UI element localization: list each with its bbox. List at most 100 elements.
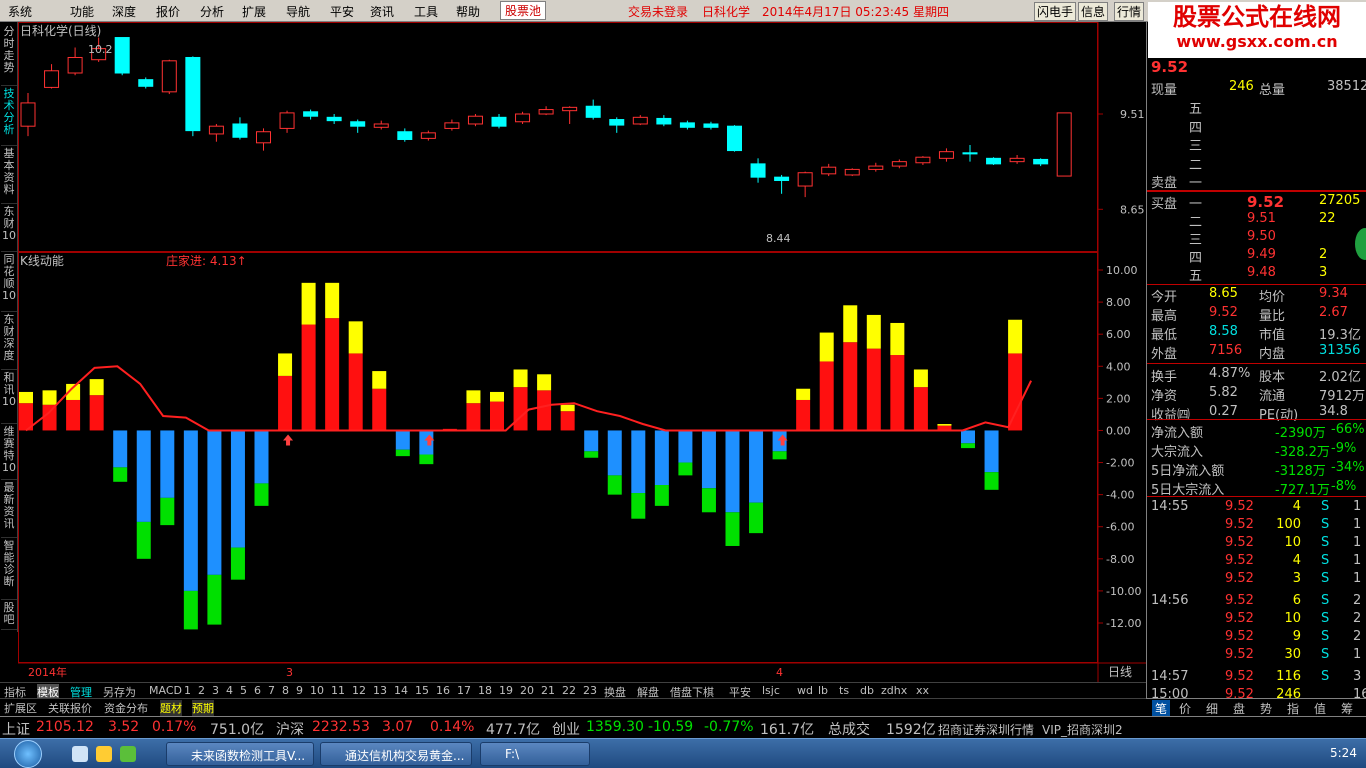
- quicklaunch-icon-2[interactable]: [120, 746, 136, 762]
- indicator-tab-15[interactable]: 11: [331, 684, 345, 697]
- bar-green: [772, 451, 787, 460]
- stat-label2: 市值: [1259, 328, 1286, 343]
- indicator-tab-14[interactable]: 10: [310, 684, 324, 697]
- indicator-tab-17[interactable]: 13: [373, 684, 387, 697]
- indicator-tab-13[interactable]: 9: [296, 684, 303, 697]
- stat-label: 最低: [1151, 328, 1178, 343]
- quicklaunch-icon-0[interactable]: [72, 746, 88, 762]
- candle-body: [632, 116, 648, 125]
- menu-item-stock-pool[interactable]: 股票池: [500, 1, 547, 20]
- taskbar-item-1[interactable]: 通达信机构交易黄金...: [320, 742, 472, 766]
- indicator-tab-26[interactable]: 22: [562, 684, 576, 697]
- right-button-0[interactable]: 闪电手: [1034, 2, 1077, 21]
- indicator-tab-37[interactable]: zdhx: [881, 684, 907, 697]
- indicator-tab-34[interactable]: lb: [818, 684, 828, 697]
- side-tab-4[interactable]: 同花顺10: [1, 254, 17, 312]
- stat-label: 换手: [1151, 370, 1178, 385]
- indicator-tab-10[interactable]: 6: [254, 684, 261, 697]
- indicator-tab-16[interactable]: 12: [352, 684, 366, 697]
- menu-item-4[interactable]: 分析: [200, 3, 224, 20]
- stat-label2: 量比: [1259, 309, 1286, 324]
- menu-item-3[interactable]: 报价: [156, 3, 180, 20]
- side-tab-6[interactable]: 和讯10: [1, 372, 17, 424]
- quote-tab-7[interactable]: 筹: [1341, 700, 1353, 717]
- ticker-vip: VIP_招商深圳2: [1042, 723, 1123, 737]
- menu-item-0[interactable]: 系统: [8, 3, 32, 20]
- indicator-tab-21[interactable]: 17: [457, 684, 471, 697]
- taskbar-item-0[interactable]: 未来函数检测工具V...: [166, 742, 314, 766]
- period-label: 日线: [1108, 665, 1132, 679]
- quote-tab-2[interactable]: 细: [1206, 700, 1218, 717]
- stat-value2: 9.34: [1319, 286, 1348, 301]
- indicator-tab-22[interactable]: 18: [478, 684, 492, 697]
- menu-item-1[interactable]: 功能: [70, 3, 94, 20]
- menu-item-6[interactable]: 导航: [286, 3, 310, 20]
- stat-value2: 31356: [1319, 343, 1361, 358]
- indicator-tab-35[interactable]: ts: [839, 684, 849, 697]
- chart-svg[interactable]: 日科化学(日线) K线动能 庄家进: 4.13↑ 10.2 8.44 9.51 8.65 10…: [18, 22, 1146, 682]
- indicator-tab-8[interactable]: 4: [226, 684, 233, 697]
- indicator-tab-20[interactable]: 16: [436, 684, 450, 697]
- start-button-icon[interactable]: [14, 740, 42, 768]
- side-tab-8[interactable]: 最新资讯: [1, 482, 17, 538]
- quote-tab-5[interactable]: 指: [1287, 700, 1299, 717]
- indicator-tab-33[interactable]: wd: [797, 684, 813, 697]
- ind-axis-label: -10.00: [1106, 585, 1141, 598]
- indicator-tab-4[interactable]: MACD: [149, 684, 182, 697]
- right-button-2[interactable]: 行情: [1114, 2, 1145, 21]
- menu-item-9[interactable]: 工具: [414, 3, 438, 20]
- bar-yellow: [348, 321, 363, 354]
- ind-axis-label: -6.00: [1106, 521, 1134, 534]
- menu-item-10[interactable]: 帮助: [456, 3, 480, 20]
- indicator-tab-18[interactable]: 14: [394, 684, 408, 697]
- tick-qty: 3: [1292, 571, 1301, 586]
- indicator-tab-23[interactable]: 19: [499, 684, 513, 697]
- side-tab-3[interactable]: 东财10: [1, 206, 17, 252]
- bar-blue: [701, 430, 716, 489]
- indicator-tab-36[interactable]: db: [860, 684, 874, 697]
- quote-tab-4[interactable]: 势: [1260, 700, 1272, 717]
- side-tab-1[interactable]: 技术分析: [1, 88, 17, 146]
- stat-value: 8.58: [1209, 324, 1238, 339]
- indicator-tab-6[interactable]: 2: [198, 684, 205, 697]
- indicator-tab-7[interactable]: 3: [212, 684, 219, 697]
- quote-tab-6[interactable]: 值: [1314, 700, 1326, 717]
- price-row: 9.52: [1147, 58, 1366, 76]
- right-button-1[interactable]: 信息: [1078, 2, 1109, 21]
- ext-tab-2[interactable]: 资金分布: [104, 700, 148, 716]
- indicator-tab-25[interactable]: 21: [541, 684, 555, 697]
- ext-tab-4[interactable]: 预期: [192, 700, 214, 716]
- taskbar-item-2[interactable]: F:\: [480, 742, 590, 766]
- quicklaunch-icon-1[interactable]: [96, 746, 112, 762]
- menu-item-8[interactable]: 资讯: [370, 3, 394, 20]
- indicator-tab-11[interactable]: 7: [268, 684, 275, 697]
- indicator-tab-27[interactable]: 23: [583, 684, 597, 697]
- indicator-tab-12[interactable]: 8: [282, 684, 289, 697]
- ticker-hs-label: 沪深: [276, 722, 304, 738]
- indicator-tab-9[interactable]: 5: [240, 684, 247, 697]
- indicator-tab-38[interactable]: xx: [916, 684, 929, 697]
- indicator-tab-19[interactable]: 15: [415, 684, 429, 697]
- menu-item-2[interactable]: 深度: [112, 3, 136, 20]
- bar-red: [890, 355, 905, 431]
- indicator-tab-5[interactable]: 1: [184, 684, 191, 697]
- side-tab-9[interactable]: 智能诊断: [1, 540, 17, 600]
- stat-row: 外盘 7156 内盘 31356: [1147, 343, 1366, 362]
- indicator-tab-32[interactable]: lsjc: [762, 684, 780, 697]
- quote-tab-0[interactable]: 笔: [1152, 700, 1171, 717]
- side-tab-5[interactable]: 东财深度: [1, 314, 17, 370]
- ext-tab-3[interactable]: 题材: [160, 700, 182, 716]
- side-tab-7[interactable]: 维赛特10: [1, 426, 17, 480]
- tick-row: 14:57 9.52 116 S 3: [1147, 669, 1366, 687]
- menu-item-7[interactable]: 平安: [330, 3, 354, 20]
- side-tab-10[interactable]: 股吧: [1, 602, 17, 630]
- indicator-tab-24[interactable]: 20: [520, 684, 534, 697]
- bar-red: [42, 404, 57, 431]
- ext-tab-0[interactable]: 扩展区: [4, 700, 37, 716]
- quote-tab-3[interactable]: 盘: [1233, 700, 1245, 717]
- ext-tab-1[interactable]: 关联报价: [48, 700, 92, 716]
- menu-item-5[interactable]: 扩展: [242, 3, 266, 20]
- quote-tab-1[interactable]: 价: [1179, 700, 1191, 717]
- side-tab-0[interactable]: 分时走势: [1, 26, 17, 86]
- side-tab-2[interactable]: 基本资料: [1, 148, 17, 204]
